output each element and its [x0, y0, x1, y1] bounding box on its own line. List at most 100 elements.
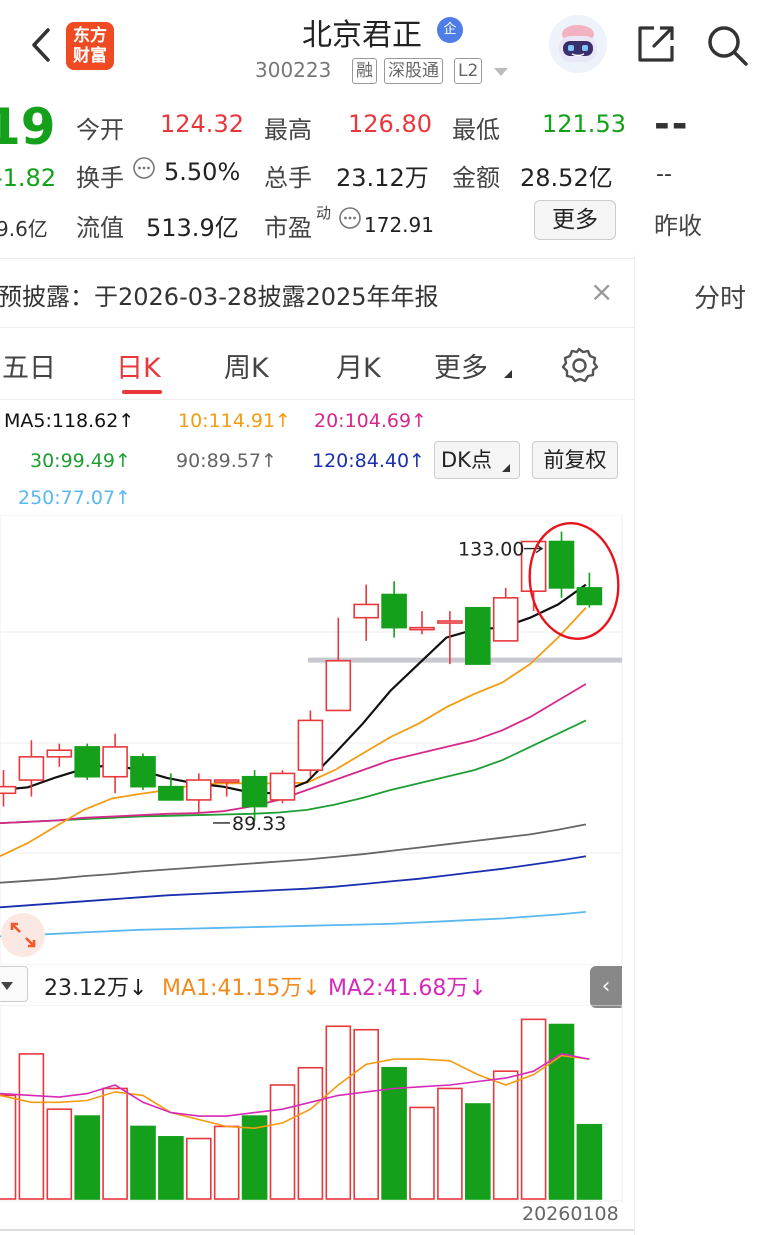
volume-bar [158, 1136, 184, 1200]
candle-body [548, 540, 575, 589]
candle-body [576, 587, 603, 606]
ma20-legend: 20:104.69↑ [314, 410, 427, 432]
candle-body [46, 749, 73, 758]
tab-week-k[interactable]: 周K [224, 346, 269, 385]
candle-body [437, 620, 463, 624]
value-low: 121.53 [542, 110, 626, 138]
ma90-legend: 90:89.57↑ [176, 450, 277, 472]
volume-bar [492, 1070, 519, 1200]
candle-body [102, 746, 128, 778]
volume-chart[interactable] [0, 1005, 634, 1205]
disclosure-notice[interactable]: 预披露：于2026-03-28披露2025年年报 × [0, 258, 634, 328]
candle [297, 710, 324, 777]
tab-five-day[interactable]: 五日 [2, 346, 56, 385]
value-open: 124.32 [160, 110, 244, 138]
label-open: 今开 [76, 116, 124, 144]
back-arrow-icon[interactable] [24, 22, 60, 68]
tag-margin: 融 [352, 58, 377, 84]
notice-text: 预披露：于2026-03-28披露2025年年报 [0, 283, 439, 311]
value-turnover: 5.50% [164, 158, 241, 186]
candle [464, 606, 491, 665]
volume-bar [548, 1023, 575, 1200]
stock-name: 北京君正 [302, 18, 422, 53]
volume-value: 23.12万↓ [44, 976, 148, 1001]
info-icon[interactable] [132, 156, 156, 180]
label-amount: 金额 [452, 164, 500, 192]
candle [548, 531, 575, 598]
candle-body [269, 772, 296, 801]
indicator-dropdown[interactable] [0, 966, 28, 1002]
label-turnover: 换手 [76, 164, 124, 192]
bottom-divider [0, 1229, 634, 1231]
candle [437, 611, 463, 665]
volume-bar [213, 1125, 240, 1200]
ai-robot-icon[interactable] [548, 14, 608, 74]
tab-day-k[interactable]: 日K [116, 346, 161, 385]
candle-body [158, 785, 184, 801]
logo-text-1: 东方 [73, 26, 107, 46]
dk-dropdown-icon [502, 464, 510, 472]
active-tab-indicator [122, 390, 162, 394]
total-market-cap: 9.6亿 [0, 217, 48, 241]
volume-bar [325, 1025, 352, 1200]
volume-bar [102, 1087, 128, 1200]
volume-bar [0, 1094, 17, 1200]
candle [576, 572, 603, 608]
value-amount: 28.52亿 [520, 164, 613, 192]
kline-chart[interactable]: 133.00 89.33 [0, 515, 634, 965]
tag-level2: L2 [454, 58, 483, 84]
close-icon[interactable]: × [590, 275, 613, 308]
adjust-forward-button[interactable]: 前复权 [532, 441, 618, 479]
volume-ma1: MA1:41.15万↓ [162, 976, 321, 1001]
low-price-label: 89.33 [232, 813, 286, 835]
stock-code: 300223 [255, 58, 332, 82]
pe-info-icon[interactable] [338, 206, 362, 230]
app-logo[interactable]: 东方 财富 [66, 22, 114, 70]
label-pe-dynamic: 动 [316, 204, 332, 222]
volume-bar [130, 1125, 156, 1200]
dk-point-button[interactable]: DK点 [434, 441, 520, 479]
tab-intraday[interactable]: 分时 [694, 278, 746, 315]
value-high: 126.80 [348, 110, 432, 138]
search-icon[interactable] [704, 22, 750, 68]
candle-body [74, 746, 100, 778]
volume-bar [437, 1087, 463, 1200]
candle-body [381, 593, 407, 629]
volume-bar [269, 1084, 296, 1200]
gear-icon[interactable] [560, 346, 598, 384]
ma250-line [0, 911, 586, 938]
ma10-legend: 10:114.91↑ [178, 410, 291, 432]
volume-header: 23.12万↓ MA1:41.15万↓ MA2:41.68万↓ [0, 966, 622, 1006]
candle-body [213, 779, 240, 783]
candle-body [0, 785, 17, 795]
label-float-cap: 流值 [76, 214, 124, 242]
share-icon[interactable] [634, 22, 678, 66]
dropdown-arrow-icon[interactable] [494, 68, 508, 76]
expand-chart-icon[interactable] [0, 912, 46, 958]
candle [492, 587, 519, 642]
candle [186, 773, 212, 814]
enterprise-badge-icon[interactable]: 企 [437, 17, 463, 43]
candle [381, 581, 407, 638]
label-high: 最高 [264, 116, 312, 144]
candle-body [409, 626, 435, 631]
candle-body [186, 779, 212, 801]
value-pe: 172.91 [364, 213, 434, 237]
tab-more[interactable]: 更多 [434, 346, 488, 385]
panel-divider [634, 255, 635, 1235]
logo-text-2: 财富 [73, 46, 107, 66]
candle [409, 611, 435, 635]
top-navbar: 东方 财富 北京君正 企 300223 融 深股通 L2 [0, 0, 768, 92]
ma250-legend: 250:77.07↑ [18, 487, 131, 509]
volume-ma2: MA2:41.68万↓ [328, 976, 487, 1001]
tab-month-k[interactable]: 月K [336, 346, 381, 385]
price-change: -1.82 [0, 164, 57, 192]
collapse-panel-button[interactable]: ‹ [590, 966, 622, 1008]
more-quote-button[interactable]: 更多 [534, 200, 616, 240]
label-pe: 市盈 [264, 214, 312, 242]
ma120-line [0, 855, 587, 909]
candle-body [241, 775, 268, 808]
volume-bar [297, 1066, 324, 1200]
volume-bar [46, 1108, 73, 1200]
candle-body [464, 606, 491, 665]
